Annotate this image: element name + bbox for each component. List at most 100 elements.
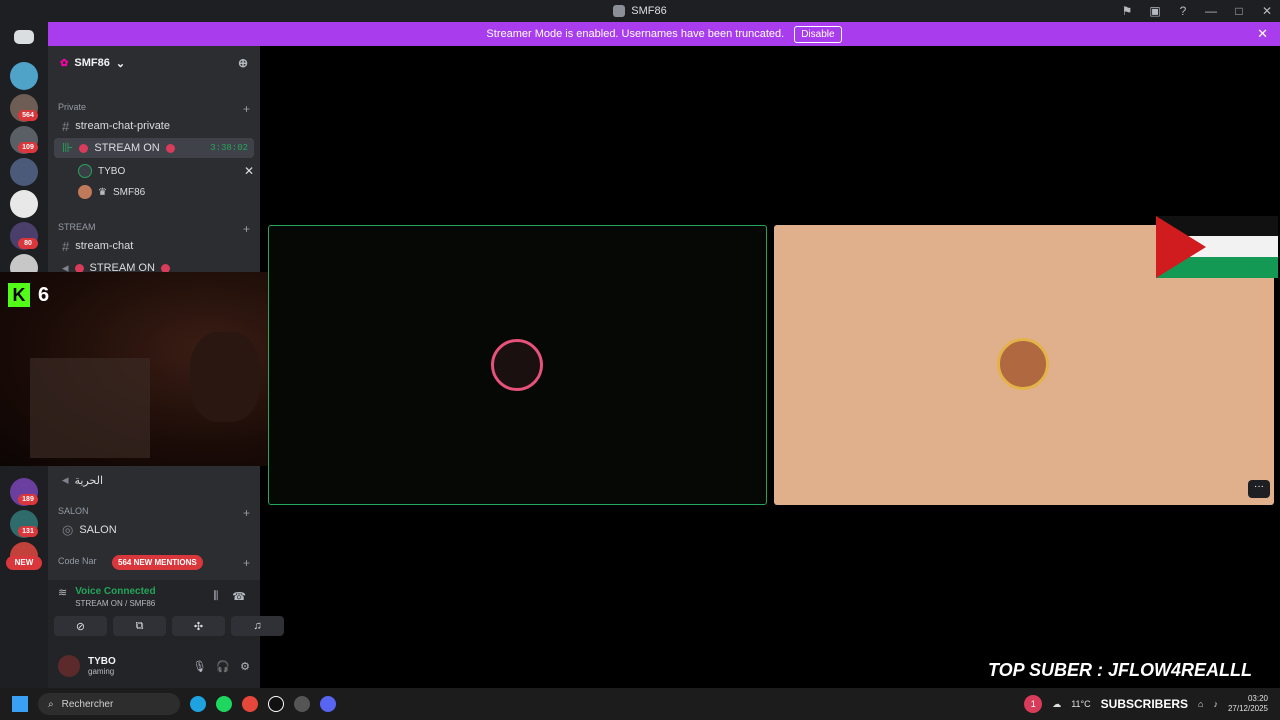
text-channel-icon: # <box>62 118 70 134</box>
avatar <box>78 185 92 199</box>
add-channel-icon[interactable]: + <box>243 222 250 236</box>
voice-timer: 3:38:02 <box>210 143 248 153</box>
weather-temp: 11°C <box>1071 699 1091 709</box>
category-label: SALON <box>58 506 89 516</box>
voice-member-tybo[interactable]: TYBO ✕ <box>78 162 254 180</box>
webcam-background <box>30 358 150 458</box>
minimize-icon[interactable]: — <box>1204 4 1218 18</box>
channel-label: stream-chat-private <box>75 120 170 132</box>
new-mentions-pill[interactable]: 564 NEW MENTIONS <box>112 555 203 570</box>
close-window-icon[interactable]: ✕ <box>1260 4 1274 18</box>
noise-suppression-icon[interactable]: ⫼ <box>213 590 218 603</box>
channel-salon[interactable]: ◎ SALON <box>54 520 254 540</box>
category-stream[interactable]: STREAM + <box>58 222 250 236</box>
server-name: SMF86 <box>74 57 110 69</box>
invite-people-icon[interactable]: ⊕ <box>238 56 248 70</box>
crown-icon: ♛ <box>98 186 107 198</box>
user-panel: TYBO gaming 🎙 🎧 ⚙ <box>48 644 260 688</box>
member-name: TYBO <box>98 165 126 177</box>
notification-count[interactable]: 1 <box>1024 695 1043 713</box>
server-icon-5[interactable] <box>10 190 38 218</box>
activities-icon: ✣ <box>193 620 204 633</box>
server-flower-icon: ✿ <box>60 57 69 69</box>
kick-counter: K 6 <box>8 283 49 307</box>
gear-icon[interactable]: ⚙ <box>240 660 250 673</box>
window-title-text: SMF86 <box>631 5 667 17</box>
add-channel-icon[interactable]: + <box>243 102 250 116</box>
channel-label: الحرية <box>74 474 104 487</box>
voice-tile-tybo[interactable] <box>268 225 767 505</box>
clock-time: 03:20 <box>1247 694 1268 703</box>
live-dot-icon <box>165 143 175 153</box>
title-bar-controls: ⚑ ▣ ? — □ ✕ <box>1120 0 1274 22</box>
category-label: Private <box>58 102 87 112</box>
soundboard-icon: ♫ <box>253 620 262 632</box>
disconnect-icon[interactable]: ☎ <box>232 590 246 603</box>
server-header[interactable]: ✿ SMF86 ⌄ ⊕ <box>48 46 260 80</box>
maximize-icon[interactable]: □ <box>1232 4 1246 18</box>
camera-button[interactable]: ⊘ <box>54 616 107 636</box>
weather-icon: ☁ <box>1052 698 1062 709</box>
channel-arabic[interactable]: ◂ الحرية <box>54 470 254 490</box>
spotify-icon[interactable] <box>216 696 232 712</box>
voice-member-smf86[interactable]: ♛ SMF86 <box>78 183 254 201</box>
search-placeholder: Rechercher <box>61 698 114 710</box>
tiktok-icon[interactable] <box>268 696 284 712</box>
channel-label: STREAM ON <box>94 142 160 154</box>
user-status: gaming <box>88 667 115 676</box>
server-icon-4[interactable] <box>10 158 38 186</box>
volume-icon[interactable]: ♪ <box>1213 699 1218 709</box>
flag-icon[interactable]: ⚑ <box>1120 4 1134 18</box>
search-icon: ⌕ <box>48 698 54 710</box>
more-options-button[interactable]: ··· <box>1248 480 1270 498</box>
inbox-icon[interactable]: ▣ <box>1148 4 1162 18</box>
signal-icon[interactable]: ≋ <box>58 586 67 599</box>
system-tray: 1 ☁ 11°C SUBSCRIBERS ⌂ ♪ 03:20 27/12/202… <box>1024 688 1268 720</box>
help-icon[interactable]: ? <box>1176 4 1190 18</box>
streamer-face <box>190 332 260 422</box>
avatar[interactable] <box>58 655 80 677</box>
stage-channel-icon: ◎ <box>62 522 74 537</box>
member-name: SMF86 <box>112 186 146 198</box>
channel-stream-chat[interactable]: # stream-chat <box>54 236 254 256</box>
clock-date: 27/12/2025 <box>1227 704 1268 713</box>
taskbar: ⌕ Rechercher 1 ☁ 11°C SUBSCRIBERS ⌂ ♪ 03… <box>0 688 1280 720</box>
server-icon-1[interactable] <box>10 62 38 90</box>
kick-logo-icon: K <box>8 283 30 307</box>
camera-off-icon: ⊘ <box>75 620 86 633</box>
banner-close-icon[interactable]: ✕ <box>1257 26 1268 42</box>
voice-channel[interactable]: STREAM ON / SMF86 <box>75 599 155 608</box>
top-suber-overlay: TOP SUBER : JFLOW4REALLL <box>988 660 1253 680</box>
add-channel-icon[interactable]: + <box>243 506 250 520</box>
category-private[interactable]: Private + <box>58 102 250 116</box>
category-salon[interactable]: SALON + <box>58 506 250 520</box>
clock[interactable]: 03:20 27/12/2025 <box>1228 694 1268 714</box>
taskbar-search[interactable]: ⌕ Rechercher <box>38 693 180 715</box>
chrome-icon[interactable] <box>242 696 258 712</box>
discord-home-icon[interactable] <box>14 30 34 44</box>
headphones-icon[interactable]: 🎧 <box>216 660 230 673</box>
obs-icon[interactable] <box>294 696 310 712</box>
server-badge: 80 <box>18 238 38 249</box>
avatar <box>78 164 92 178</box>
voice-panel: ≋ Voice Connected STREAM ON / SMF86 ⫼ ☎ … <box>48 580 284 644</box>
kick-count: 6 <box>38 283 50 306</box>
server-icon <box>613 5 626 17</box>
category-label: STREAM <box>58 222 96 232</box>
soundboard-button[interactable]: ♫ <box>231 616 284 636</box>
activities-button[interactable]: ✣ <box>172 616 225 636</box>
close-icon[interactable]: ✕ <box>244 164 254 178</box>
discord-icon[interactable] <box>320 696 336 712</box>
edge-icon[interactable] <box>190 696 206 712</box>
channel-stream-chat-private[interactable]: # stream-chat-private <box>54 116 254 136</box>
screen-share-icon: ⧉ <box>135 619 144 632</box>
network-icon[interactable]: ⌂ <box>1198 699 1203 709</box>
microphone-icon[interactable]: 🎙 <box>192 660 206 673</box>
channel-stream-on[interactable]: ⊪ STREAM ON 3:38:02 <box>54 138 254 158</box>
subscribers-overlay: SUBSCRIBERS <box>1100 697 1189 711</box>
windows-start-icon[interactable] <box>12 696 28 712</box>
screen-share-button[interactable]: ⧉ <box>113 616 166 636</box>
disable-button[interactable]: Disable <box>794 25 842 43</box>
new-badge[interactable]: NEW <box>6 556 42 570</box>
add-channel-icon[interactable]: + <box>243 556 250 570</box>
